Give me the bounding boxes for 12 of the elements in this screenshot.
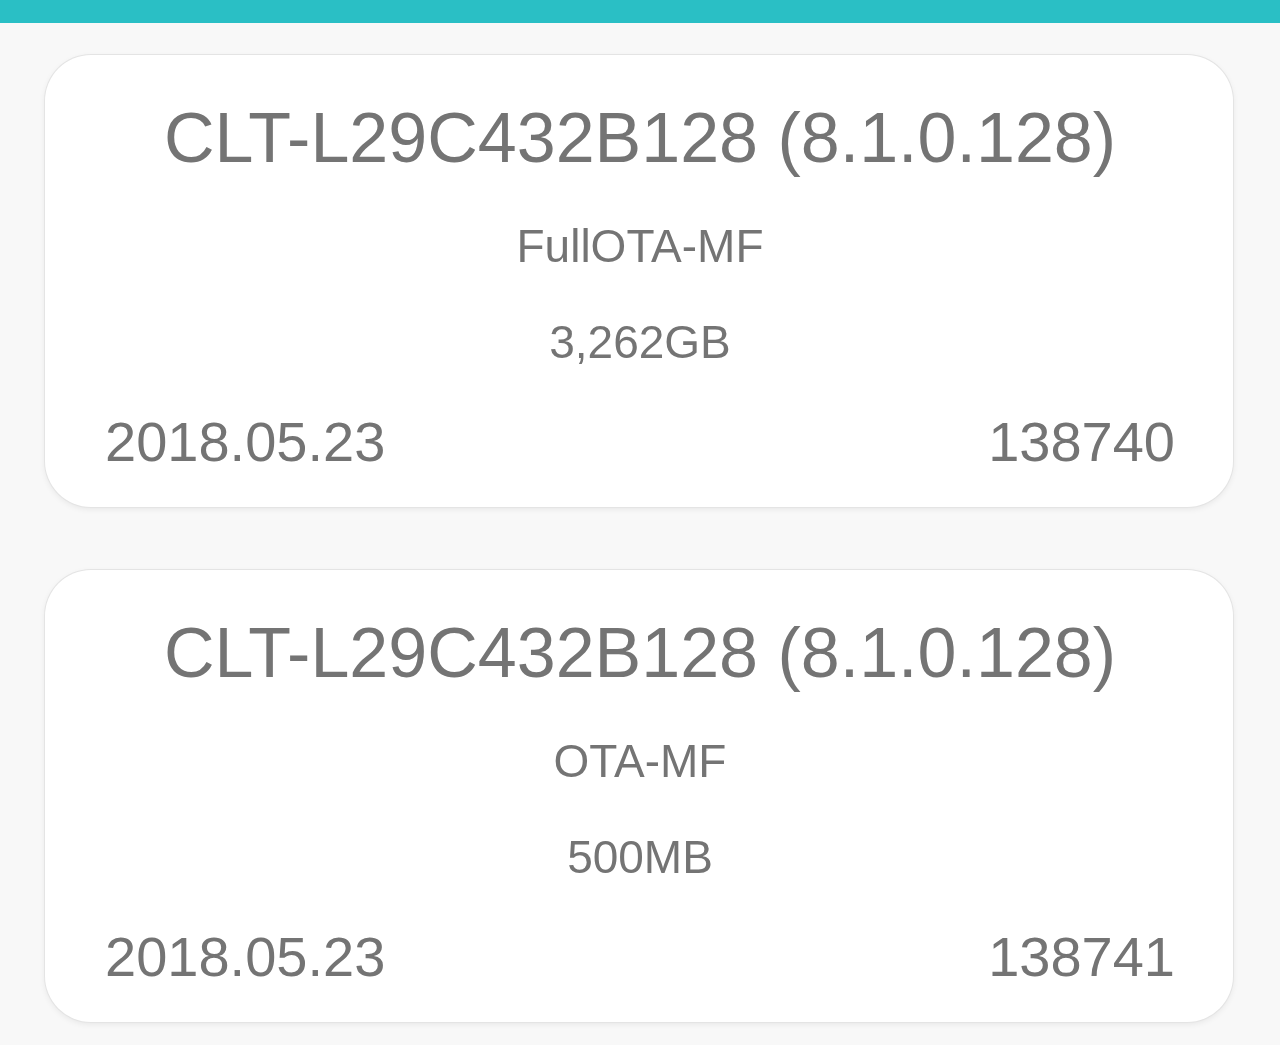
number-label: 138741 xyxy=(988,924,1175,990)
firmware-title: CLT-L29C432B128 (8.1.0.128) xyxy=(163,98,1117,178)
release-date-label: 2018.05.23 xyxy=(105,409,386,475)
package-type-label: FullOTA-MF xyxy=(516,219,764,274)
file-size-label: 3,262GB xyxy=(549,315,731,370)
release-date-label: 2018.05.23 xyxy=(105,924,386,990)
package-type-label: OTA-MF xyxy=(553,734,727,789)
firmware-title: CLT-L29C432B128 (8.1.0.128) xyxy=(163,613,1117,693)
file-size-label: 500MB xyxy=(567,830,713,885)
firmware-card[interactable]: CLT-L29C432B128 (8.1.0.128) OTA-MF 500MB 2018.05.23 138741 xyxy=(45,570,1233,1022)
number-label: 138740 xyxy=(988,409,1175,475)
firmware-card[interactable]: CLT-L29C432B128 (8.1.0.128) FullOTA-MF 3,262GB 2018.05.23 138740 xyxy=(45,55,1233,507)
